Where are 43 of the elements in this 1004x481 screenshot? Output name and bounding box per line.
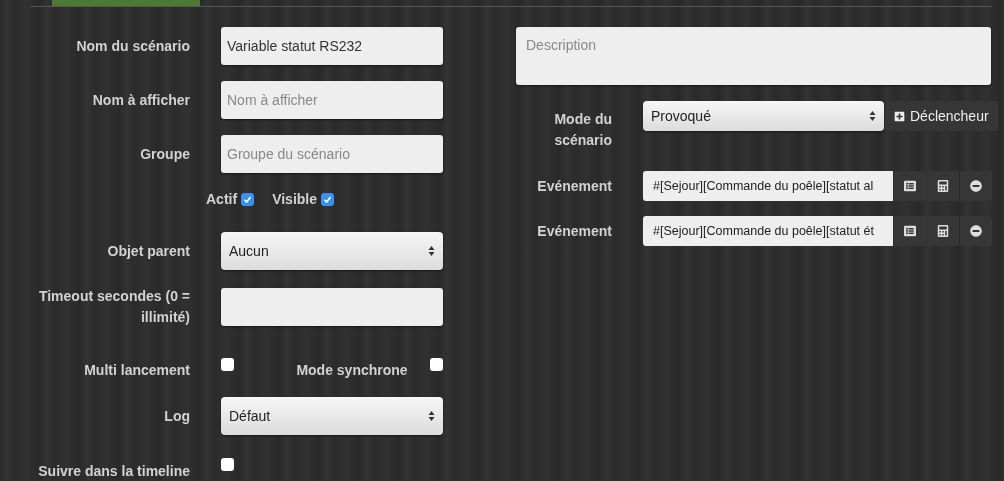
add-trigger-button[interactable]: Déclencheur [885,101,998,131]
event-field[interactable]: #[Sejour][Commande du poêle][statut ét [643,216,893,246]
list-icon [904,225,916,237]
field-label: Objet parent [106,241,190,261]
field-label: Nom du scénario [75,36,190,56]
select-arrows-icon [869,110,876,122]
field-label: Evénement [536,176,612,196]
select-field[interactable]: Aucun [221,232,443,270]
list-icon [904,180,916,192]
checkbox-label: Actif [206,190,238,209]
remove-button[interactable] [960,171,992,201]
checkbox-label: Visible [272,190,317,209]
field-label: Suivre dans la timeline [37,462,190,481]
text-field[interactable] [221,288,443,326]
field-label: Mode du scénario [553,110,612,150]
calculator-button[interactable] [927,216,959,246]
field-label: Evénement [536,221,612,241]
event-field[interactable]: #[Sejour][Commande du poêle][statut al [643,171,893,201]
field-label: Nom à afficher [91,90,190,110]
checkbox[interactable] [430,358,443,371]
select-arrows-icon [428,410,435,422]
calculator-button[interactable] [927,171,959,201]
minus-icon [970,225,982,237]
select-arrows-icon [428,245,435,257]
field-label: Timeout secondes (0 = illimité) [37,287,190,327]
list-button[interactable] [894,171,926,201]
select-field[interactable]: Provoqué [643,101,884,131]
calculator-icon [937,180,949,192]
calculator-icon [937,225,949,237]
checkbox[interactable] [321,193,334,206]
field-label: Log [163,406,190,426]
plus-icon [894,110,905,122]
checkbox[interactable] [221,358,234,371]
minus-icon [970,180,982,192]
field-label: Groupe [139,144,190,164]
remove-button[interactable] [960,216,992,246]
field-label: Mode synchrone [296,361,408,380]
list-button[interactable] [894,216,926,246]
select-field[interactable]: Défaut [221,397,443,435]
checkbox[interactable] [221,458,234,471]
checkbox[interactable] [241,193,255,206]
field-label: Multi lancement [83,361,190,380]
text-field[interactable]: Variable statut RS232 [221,27,443,65]
